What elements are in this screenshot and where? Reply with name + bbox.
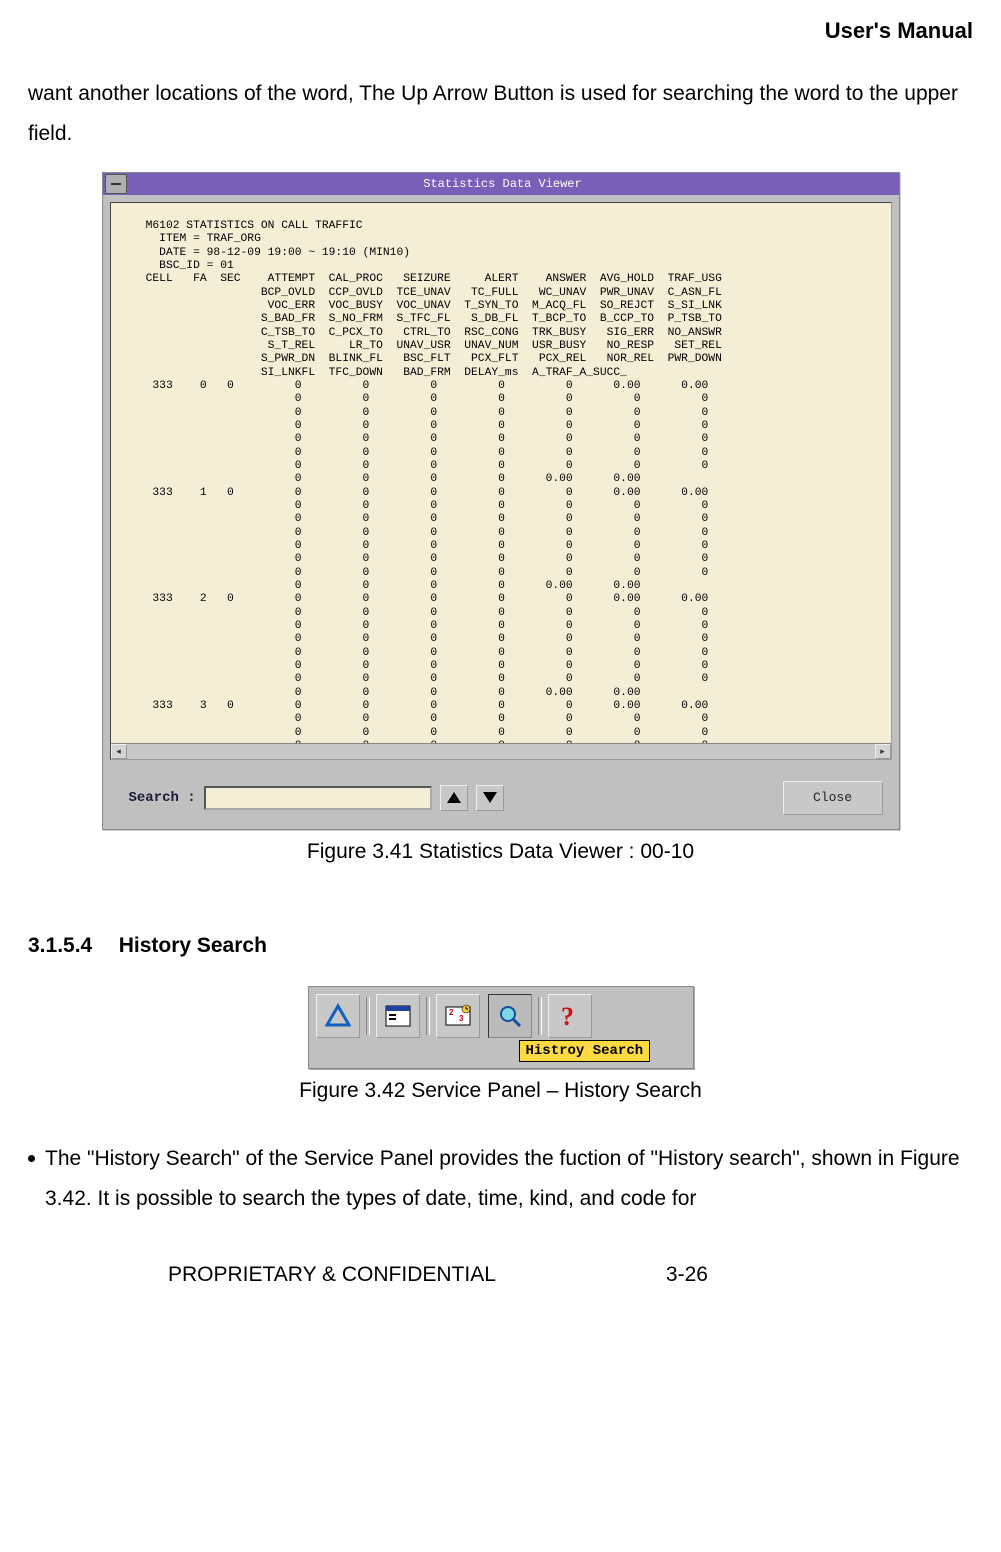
svg-text:?: ?: [561, 1003, 574, 1029]
figure-caption-2: Figure 3.42 Service Panel – History Sear…: [28, 1079, 973, 1103]
arrow-down-icon: [483, 792, 497, 803]
toolbar-help-button[interactable]: ?: [548, 994, 592, 1038]
bullet-icon: [28, 1155, 35, 1162]
toolbar-triangle-button[interactable]: [316, 994, 360, 1038]
toolbar-search-button[interactable]: [488, 994, 532, 1038]
levels-icon: 2 3: [444, 1004, 472, 1028]
window-bottom-bar: Search : Close: [103, 767, 899, 829]
scroll-left-icon[interactable]: ◂: [111, 744, 127, 759]
search-down-button[interactable]: [476, 785, 504, 811]
window-titlebar: Statistics Data Viewer: [103, 173, 899, 195]
footer-right: 3-26: [666, 1263, 708, 1283]
search-input[interactable]: [204, 786, 432, 810]
window-icon: [385, 1005, 411, 1027]
arrow-up-icon: [447, 792, 461, 803]
horizontal-scrollbar[interactable]: ◂ ▸: [111, 743, 891, 759]
toolbar-levels-button[interactable]: 2 3: [436, 994, 480, 1038]
question-icon: ?: [559, 1003, 581, 1029]
triangle-icon: [325, 1003, 351, 1029]
search-up-button[interactable]: [440, 785, 468, 811]
toolbar-window-button[interactable]: [376, 994, 420, 1038]
section-title: History Search: [119, 934, 267, 957]
intro-paragraph: want another locations of the word, The …: [28, 74, 973, 154]
window-title: Statistics Data Viewer: [127, 177, 899, 191]
svg-text:3: 3: [459, 1014, 464, 1023]
figure-caption-1: Figure 3.41 Statistics Data Viewer : 00-…: [28, 840, 973, 864]
svg-text:2: 2: [449, 1008, 454, 1017]
footer-left: PROPRIETARY & CONFIDENTIAL: [168, 1263, 496, 1283]
tooltip-history-search: Histroy Search: [519, 1040, 651, 1062]
section-heading: 3.1.5.4 History Search: [28, 934, 973, 958]
close-button[interactable]: Close: [783, 781, 883, 815]
section-number: 3.1.5.4: [28, 934, 92, 957]
statistics-textarea[interactable]: M6102 STATISTICS ON CALL TRAFFIC ITEM = …: [110, 202, 892, 760]
system-menu-icon[interactable]: [105, 174, 127, 194]
magnifier-icon: [497, 1003, 523, 1029]
search-label: Search :: [129, 790, 196, 806]
page-header: User's Manual: [28, 0, 973, 44]
bullet-paragraph: The "History Search" of the Service Pane…: [45, 1139, 973, 1219]
scroll-right-icon[interactable]: ▸: [875, 744, 891, 759]
service-panel-window: 2 3 ? Histroy S: [308, 986, 694, 1069]
page-footer: PROPRIETARY & CONFIDENTIAL 3-26: [28, 1263, 973, 1283]
statistics-viewer-window: Statistics Data Viewer M6102 STATISTICS …: [102, 172, 900, 830]
